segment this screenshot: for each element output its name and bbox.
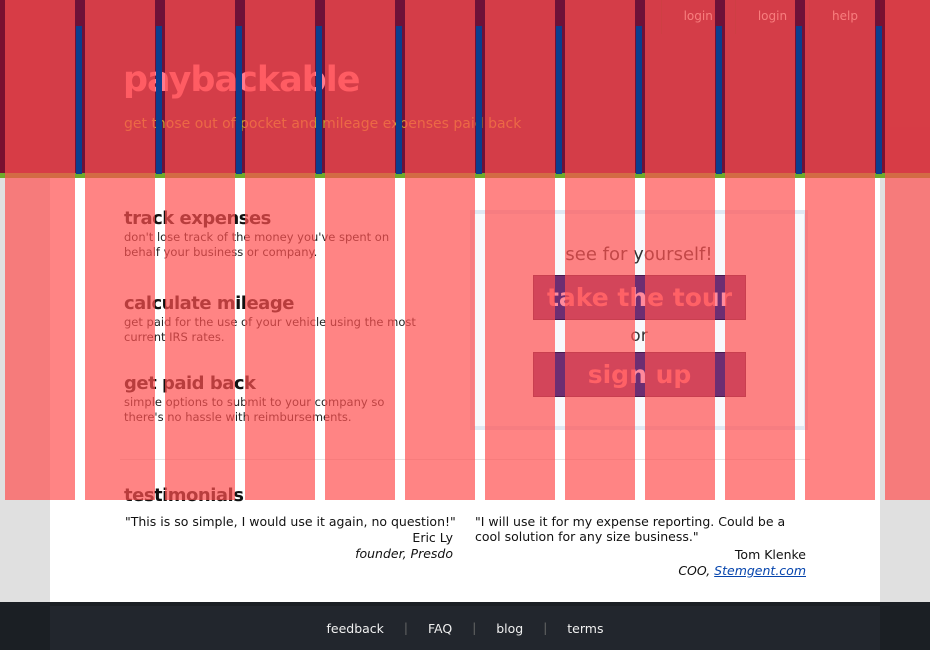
feature-calculate-mileage: calculate mileage get paid for the use o… — [124, 293, 424, 345]
main-content: track expenses don't lose track of the m… — [50, 178, 880, 606]
testimonial-quote-1: "This is so simple, I would use it again… — [125, 514, 456, 529]
section-divider — [120, 459, 810, 460]
testimonial-cite-1: Eric Ly founder, Presdo — [253, 530, 453, 562]
logo[interactable]: paybackable — [123, 60, 361, 100]
feature-text: get paid for the use of your vehicle usi… — [124, 315, 416, 344]
testimonial-role: COO, — [678, 563, 715, 578]
testimonial-name: Tom Klenke — [734, 547, 806, 562]
testimonial-role: founder, Presdo — [355, 546, 453, 561]
footer: feedback | FAQ | blog | terms — [50, 606, 880, 650]
feature-track-expenses: track expenses don't lose track of the m… — [124, 208, 424, 260]
feature-title: track expenses — [124, 208, 271, 229]
tagline: get those out of pocket and mileage expe… — [124, 116, 522, 132]
page: login login help paybackable get those o… — [0, 0, 930, 650]
footer-terms-link[interactable]: terms — [547, 621, 623, 636]
feature-title: calculate mileage — [124, 293, 294, 314]
feature-title: get paid back — [124, 373, 256, 394]
footer-faq-link[interactable]: FAQ — [408, 621, 472, 636]
nav-login-link[interactable]: login — [660, 0, 735, 34]
testimonial-cite-2: Tom Klenke COO, Stemgent.com — [605, 547, 806, 579]
take-tour-button[interactable]: take the tour — [533, 275, 746, 320]
feature-text: don't lose track of the money you've spe… — [124, 230, 390, 259]
feature-text: simple options to submit to your company… — [124, 395, 385, 424]
testimonial-name: Eric Ly — [412, 530, 453, 545]
testimonials-heading: testimonials — [124, 485, 244, 506]
testimonial-quote-2: "I will use it for my expense reporting.… — [475, 514, 786, 544]
cta-heading: see for yourself! — [565, 244, 713, 265]
nav-login-link-2[interactable]: login — [734, 0, 809, 34]
footer-blog-link[interactable]: blog — [476, 621, 543, 636]
company-link[interactable]: Stemgent.com — [714, 563, 806, 578]
footer-feedback-link[interactable]: feedback — [307, 621, 404, 636]
cta-box: see for yourself! take the tour or sign … — [470, 210, 808, 430]
feature-get-paid-back: get paid back simple options to submit t… — [124, 373, 424, 425]
sign-up-button[interactable]: sign up — [533, 352, 746, 397]
nav-help-link[interactable]: help — [809, 0, 880, 34]
top-nav: login login help — [660, 0, 880, 34]
cta-or: or — [630, 326, 648, 346]
